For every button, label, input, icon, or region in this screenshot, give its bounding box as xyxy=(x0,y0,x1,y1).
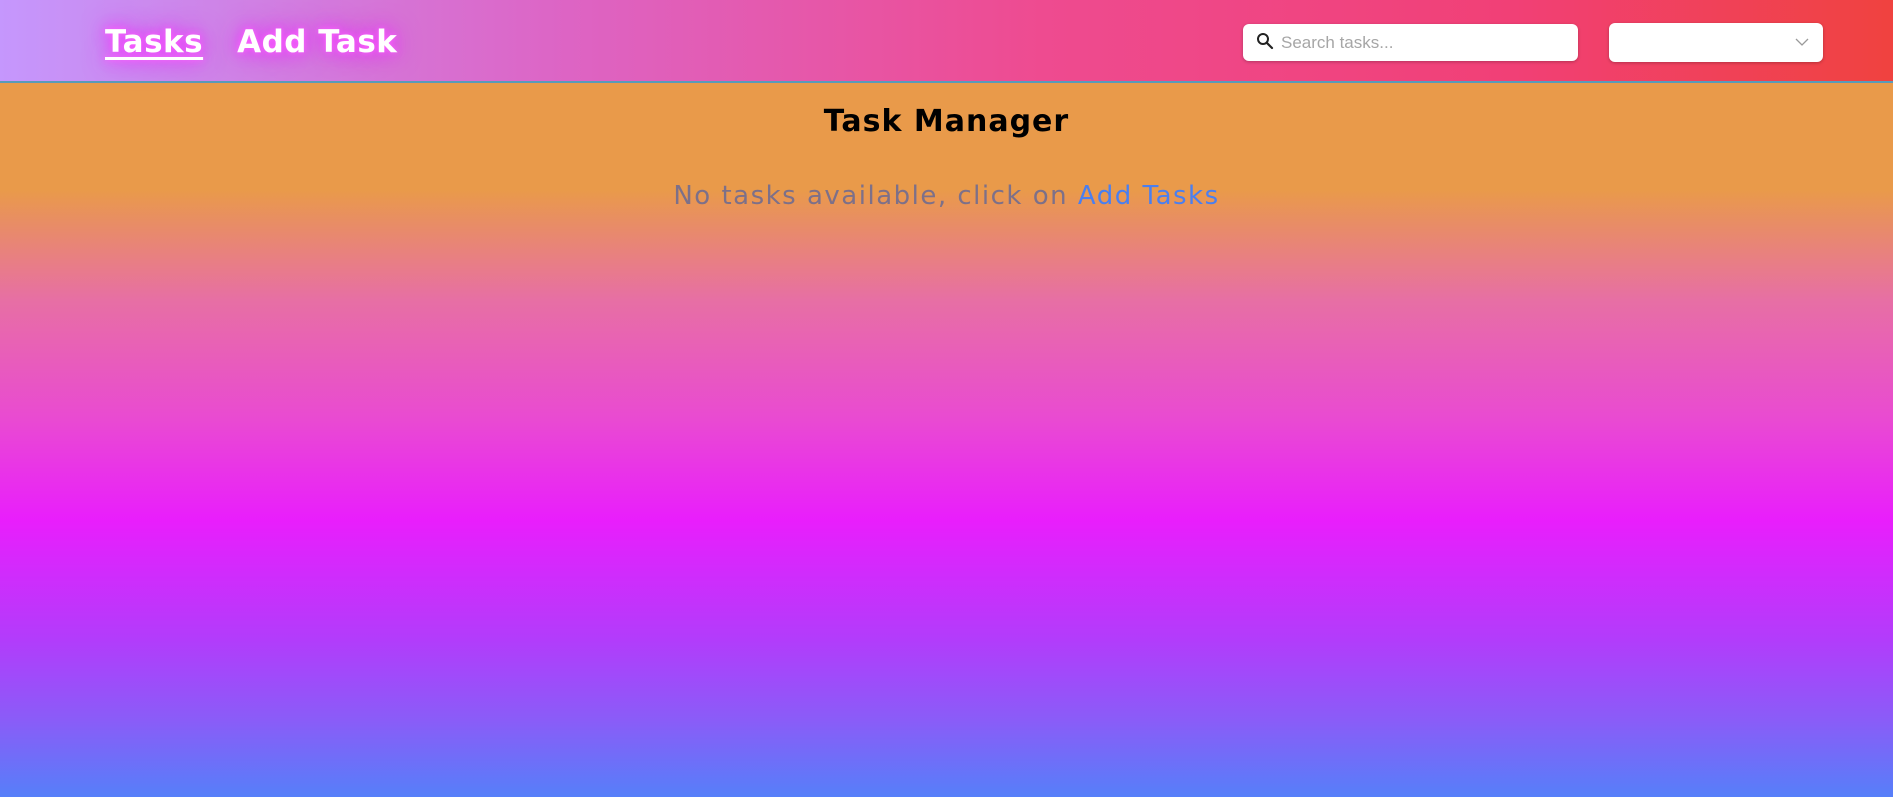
empty-state-message: No tasks available, click on Add Tasks xyxy=(0,181,1893,211)
search-box[interactable] xyxy=(1243,24,1578,61)
search-icon xyxy=(1256,32,1274,54)
empty-state-text: No tasks available, click on xyxy=(673,181,1069,211)
nav-link-tasks[interactable]: Tasks xyxy=(105,22,203,62)
nav-link-add-task[interactable]: Add Task xyxy=(237,22,397,62)
search-input[interactable] xyxy=(1281,27,1561,58)
navbar: Tasks Add Task xyxy=(0,0,1893,83)
nav-links: Tasks Add Task xyxy=(105,22,397,62)
page-title: Task Manager xyxy=(823,104,1070,139)
add-tasks-link[interactable]: Add Tasks xyxy=(1078,181,1220,211)
filter-select[interactable] xyxy=(1609,23,1823,62)
